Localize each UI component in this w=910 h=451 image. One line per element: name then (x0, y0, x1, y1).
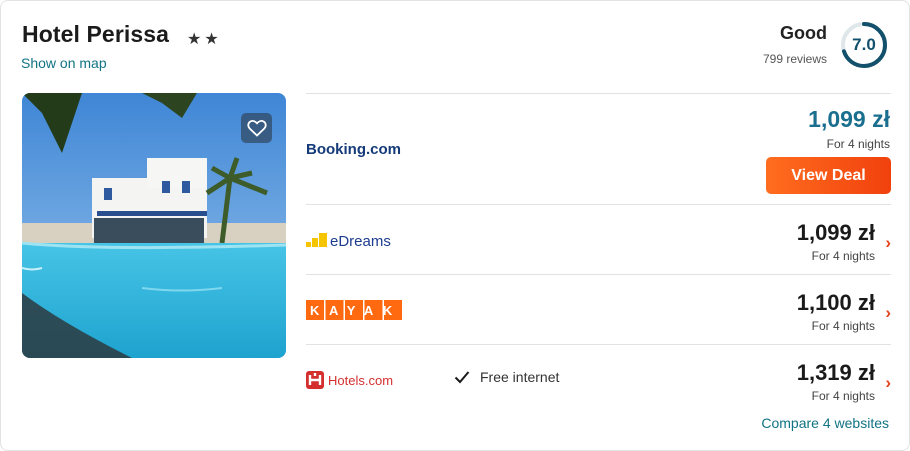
edreams-logo: eDreams (306, 232, 391, 250)
hotels-com-logo-text: Hotels.com (328, 373, 393, 388)
chevron-right-icon[interactable]: › (885, 373, 891, 393)
deal-price: 1,319 zł (796, 360, 875, 385)
booking-logo: Booking.com (306, 141, 401, 158)
deal-row[interactable]: KAYAK 1,100 zł For 4 nights › (306, 274, 891, 344)
deal-list: Booking.com 1,099 zł For 4 nights View D… (306, 93, 891, 414)
rating-label: Good (780, 23, 827, 43)
deal-price: 1,100 zł (796, 290, 875, 315)
hotel-stars: ★★ (187, 31, 222, 48)
deal-nights: For 4 nights (811, 249, 875, 263)
deal-row[interactable]: Hotels.com Free internet 1,319 zł For 4 … (306, 344, 891, 414)
amenity: Free internet (454, 369, 559, 385)
chevron-right-icon[interactable]: › (885, 233, 891, 253)
kayak-logo-text: KAYAK (310, 303, 402, 318)
deal-nights: For 4 nights (811, 319, 875, 333)
hotel-name[interactable]: Hotel Perissa (22, 21, 169, 48)
kayak-logo: KAYAK (306, 299, 402, 320)
show-on-map-link[interactable]: Show on map (21, 55, 107, 71)
hotel-card: Hotel Perissa ★★ Show on map Good 799 re… (0, 0, 910, 451)
view-deal-button[interactable]: View Deal (766, 157, 891, 194)
deal-row[interactable]: eDreams 1,099 zł For 4 nights › (306, 204, 891, 274)
checkmark-icon (454, 371, 470, 384)
deal-nights: For 4 nights (826, 137, 890, 151)
heart-icon (246, 120, 267, 137)
deal-nights: For 4 nights (811, 389, 875, 403)
deal-price: 1,099 zł (796, 220, 875, 245)
deal-row[interactable]: Booking.com 1,099 zł For 4 nights View D… (306, 93, 891, 204)
booking-logo-text: Booking.com (306, 141, 401, 158)
compare-websites-link[interactable]: Compare 4 websites (761, 415, 889, 431)
chevron-right-icon[interactable]: › (885, 303, 891, 323)
deal-price: 1,099 zł (808, 106, 890, 132)
hotels-com-logo: Hotels.com (306, 370, 393, 389)
rating-score: 7.0 (852, 35, 876, 54)
amenity-label: Free internet (480, 369, 560, 385)
edreams-logo-text: eDreams (330, 233, 391, 250)
review-count: 799 reviews (762, 52, 827, 66)
favorite-button[interactable] (241, 113, 272, 143)
